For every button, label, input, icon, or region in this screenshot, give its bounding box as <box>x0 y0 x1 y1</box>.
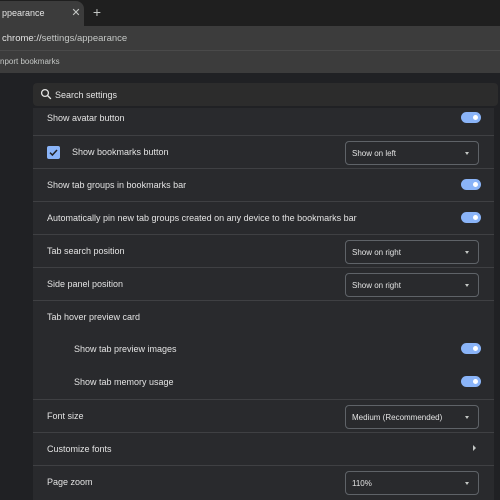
select-value: Show on left <box>352 149 397 158</box>
chevron-down-icon <box>465 482 469 485</box>
auto-pin-toggle[interactable] <box>461 212 481 223</box>
chevron-down-icon <box>465 152 469 155</box>
side-panel-position-select[interactable]: Show on right <box>345 273 479 297</box>
show-avatar-label: Show avatar button <box>47 113 125 123</box>
toolbar: chrome://settings/appearance <box>0 26 500 50</box>
new-tab-button[interactable]: + <box>90 5 104 19</box>
font-size-select[interactable]: Medium (Recommended) <box>345 405 479 429</box>
tab-search-position-row: Tab search position Show on right <box>33 234 494 267</box>
show-avatar-toggle[interactable] <box>461 112 481 123</box>
show-bookmarks-select[interactable]: Show on left <box>345 141 479 165</box>
side-panel-position-label: Side panel position <box>47 279 124 289</box>
tab-title: ppearance <box>2 8 45 18</box>
auto-pin-label: Automatically pin new tab groups created… <box>47 213 357 223</box>
select-value: Medium (Recommended) <box>352 413 443 422</box>
chevron-down-icon <box>465 416 469 419</box>
settings-content: Show avatar button Show bookmarks button… <box>0 73 500 500</box>
tab-search-position-select[interactable]: Show on right <box>345 240 479 264</box>
side-panel-position-row: Side panel position Show on right <box>33 267 494 300</box>
tab-strip: ppearance ✕ + <box>0 0 500 26</box>
import-bookmarks-link[interactable]: nport bookmarks <box>0 57 60 66</box>
appearance-card: Show avatar button Show bookmarks button… <box>33 108 494 500</box>
memory-usage-label: Show tab memory usage <box>74 377 174 387</box>
chevron-right-icon <box>473 445 476 451</box>
memory-usage-toggle[interactable] <box>461 376 481 387</box>
check-icon <box>49 149 58 157</box>
font-size-label: Font size <box>47 411 84 421</box>
hover-card-label: Tab hover preview card <box>47 312 141 322</box>
select-value: Show on right <box>352 248 401 257</box>
customize-fonts-label: Customize fonts <box>47 444 112 454</box>
font-size-row: Font size Medium (Recommended) <box>33 399 494 432</box>
url-host: chrome:// <box>2 33 42 44</box>
search-icon <box>40 88 52 100</box>
tab-search-position-label: Tab search position <box>47 246 125 256</box>
tab-groups-bar-toggle[interactable] <box>461 179 481 190</box>
close-icon[interactable]: ✕ <box>70 7 82 19</box>
show-bookmarks-row: Show bookmarks button Show on left <box>33 135 494 168</box>
page-zoom-row: Page zoom 110% <box>33 465 494 498</box>
auto-pin-row: Automatically pin new tab groups created… <box>33 201 494 234</box>
hover-card-row: Tab hover preview card <box>33 300 494 333</box>
active-tab[interactable]: ppearance ✕ <box>0 1 84 26</box>
show-bookmarks-checkbox[interactable] <box>47 146 60 159</box>
tab-groups-bar-row: Show tab groups in bookmarks bar <box>33 168 494 201</box>
preview-images-toggle[interactable] <box>461 343 481 354</box>
preview-images-label: Show tab preview images <box>74 344 177 354</box>
page-zoom-select[interactable]: 110% <box>345 471 479 495</box>
address-bar[interactable]: chrome://settings/appearance <box>2 33 127 44</box>
select-value: 110% <box>352 479 372 488</box>
preview-images-row: Show tab preview images <box>33 333 494 366</box>
show-avatar-row: Show avatar button <box>33 102 494 135</box>
chevron-down-icon <box>465 284 469 287</box>
memory-usage-row: Show tab memory usage <box>33 366 494 399</box>
page-zoom-label: Page zoom <box>47 477 93 487</box>
chevron-down-icon <box>465 251 469 254</box>
select-value: Show on right <box>352 281 401 290</box>
url-path: settings/appearance <box>41 33 128 44</box>
show-bookmarks-label: Show bookmarks button <box>72 147 169 157</box>
tab-groups-bar-label: Show tab groups in bookmarks bar <box>47 180 187 190</box>
customize-fonts-row[interactable]: Customize fonts <box>33 432 494 465</box>
bookmarks-bar: nport bookmarks <box>0 50 500 73</box>
